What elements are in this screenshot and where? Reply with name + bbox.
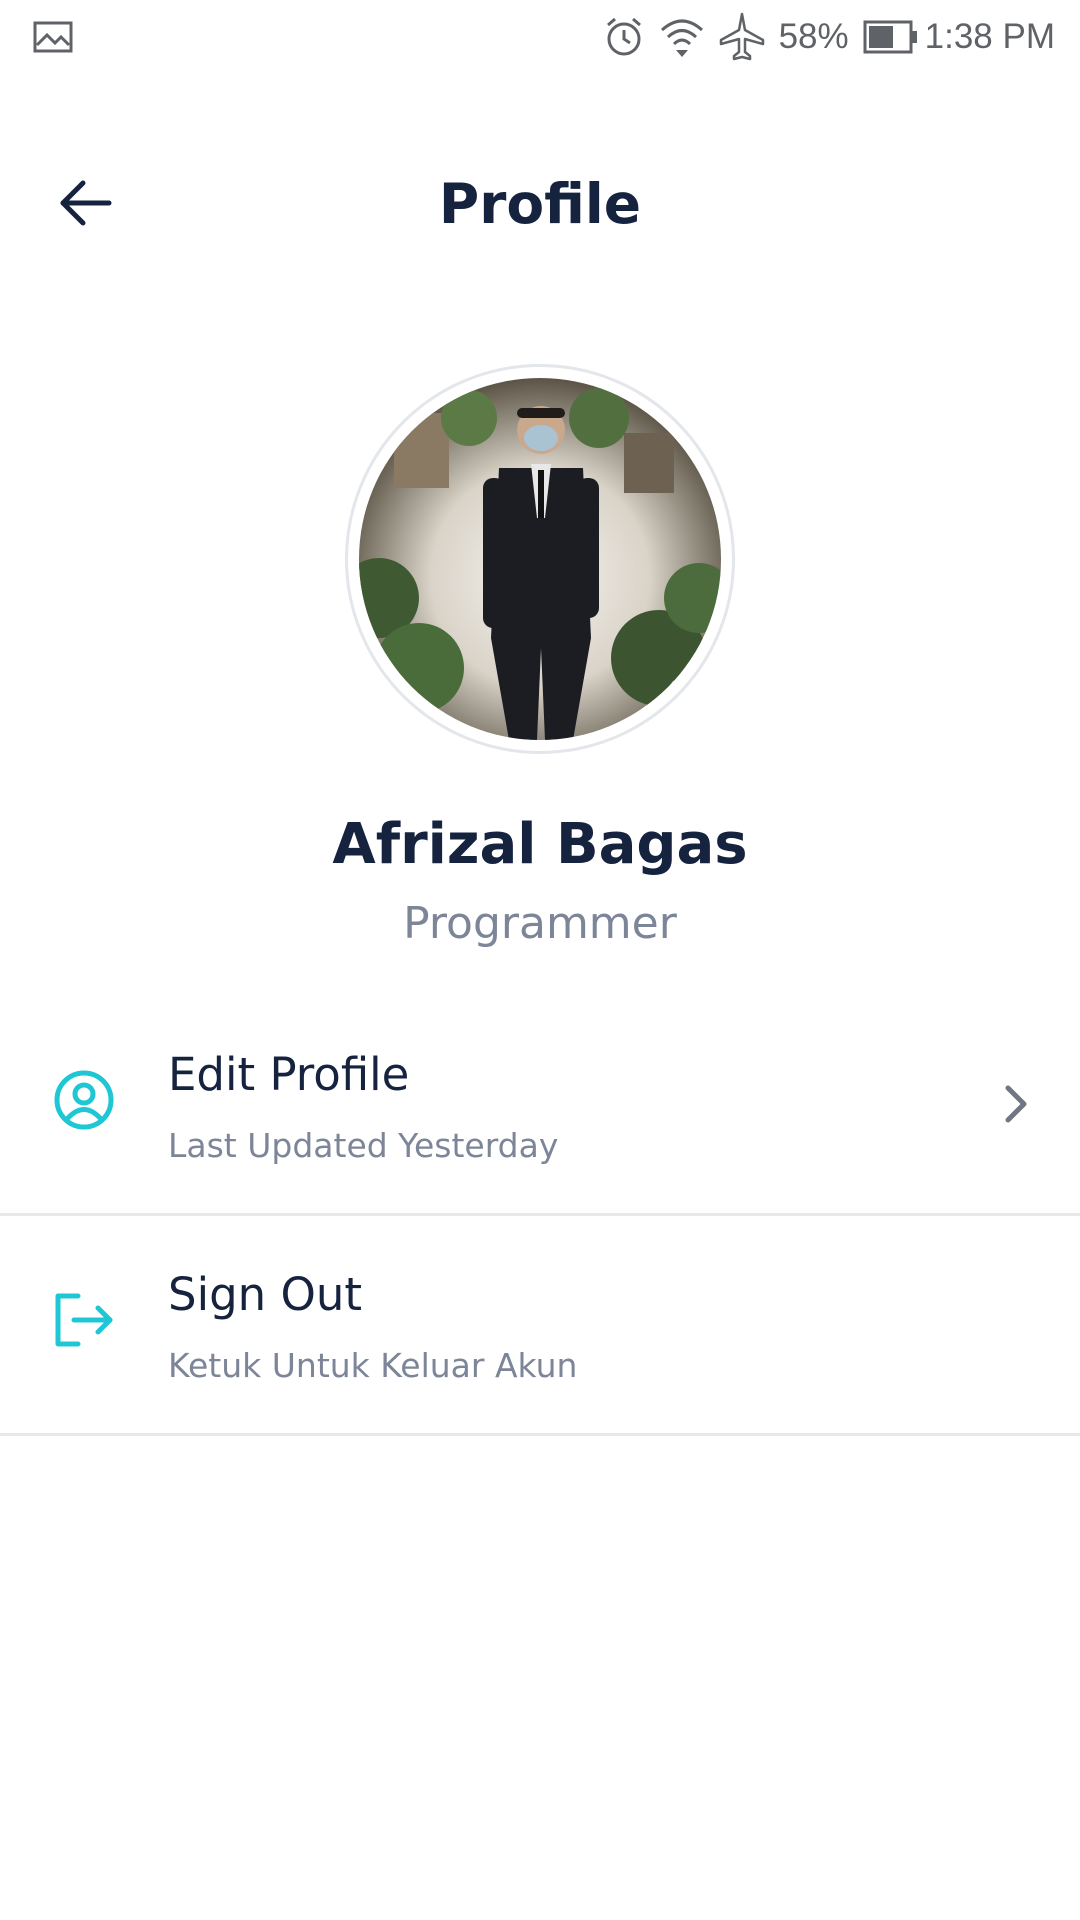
profile-screen: 58% 1:38 PM Profile Afrizal Bagas Progra… [0, 0, 1080, 1920]
wifi-icon [659, 16, 705, 58]
edit-profile-subtitle: Last Updated Yesterday [168, 1126, 559, 1165]
user-circle-icon [54, 1070, 114, 1130]
user-role: Programmer [403, 898, 677, 949]
sign-out-icon [55, 1293, 113, 1347]
edit-profile-item[interactable]: Edit Profile Last Updated Yesterday [0, 998, 1080, 1216]
avatar[interactable] [359, 378, 721, 740]
edit-profile-title: Edit Profile [168, 1048, 410, 1101]
sign-out-item[interactable]: Sign Out Ketuk Untuk Keluar Akun [0, 1218, 1080, 1436]
gallery-icon [33, 21, 73, 53]
sign-out-title: Sign Out [168, 1268, 363, 1321]
alarm-icon [603, 16, 645, 58]
chevron-right-icon [1005, 1085, 1027, 1123]
status-bar: 58% 1:38 PM [0, 0, 1080, 74]
user-name: Afrizal Bagas [332, 812, 748, 877]
sign-out-subtitle: Ketuk Untuk Keluar Akun [168, 1346, 578, 1385]
clock: 1:38 PM [924, 17, 1055, 56]
battery-percent: 58% [778, 17, 849, 56]
app-header: Profile [0, 150, 1080, 260]
airplane-icon [719, 12, 765, 62]
page-title: Profile [438, 172, 642, 236]
battery-icon [863, 20, 919, 54]
